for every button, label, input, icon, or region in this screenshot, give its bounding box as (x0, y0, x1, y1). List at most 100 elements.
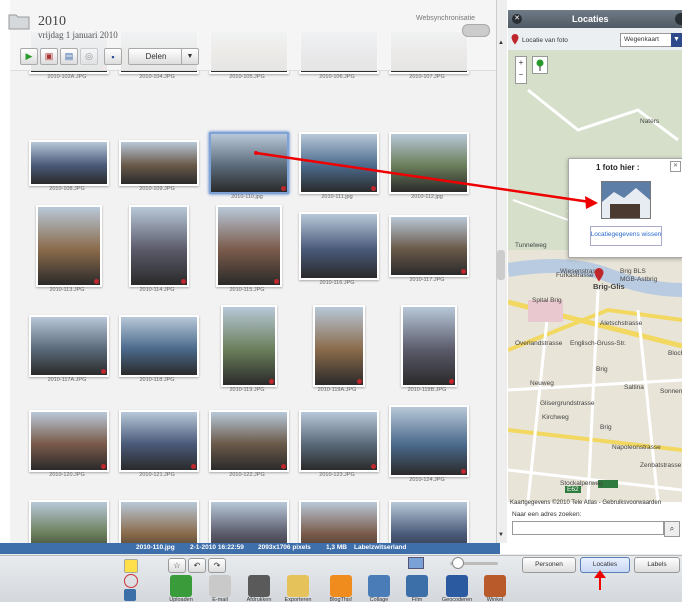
disc-button[interactable]: ◎ (80, 48, 98, 65)
photo-thumbnail[interactable] (209, 410, 289, 472)
geocoderen-button-label[interactable]: Geocoderen (439, 597, 475, 603)
photo-caption: 2010-113.JPG (49, 287, 85, 293)
exporteren-icon[interactable] (287, 575, 309, 597)
location-pin-icon[interactable] (594, 268, 604, 282)
afdrukken-icon[interactable] (248, 575, 270, 597)
map-label: Brig-Glis (593, 282, 625, 291)
e-mail-button-label[interactable]: E-mail (202, 597, 238, 603)
close-panel-icon[interactable]: ✕ (512, 14, 522, 24)
location-pin-icon (281, 464, 286, 469)
popup-photo-thumbnail[interactable] (601, 181, 651, 219)
photo-thumbnail[interactable] (389, 405, 469, 477)
zoom-control[interactable]: + − (515, 56, 527, 84)
map-label: Naters (640, 118, 660, 125)
thumbnail-size-icon (408, 557, 424, 569)
location-pin-icon (191, 464, 196, 469)
uploaden-button-label[interactable]: Uploaden (163, 597, 199, 603)
photo-thumbnail[interactable] (29, 315, 109, 377)
map-label: Saltina (624, 384, 644, 391)
rotate-left-button[interactable]: ↶ (188, 558, 206, 573)
winkel-button-label[interactable]: Winkel (477, 597, 513, 603)
timeline-button[interactable]: ▤ (60, 48, 78, 65)
map-label: Tunnelweg (515, 242, 547, 249)
star-button[interactable]: ☆ (168, 558, 186, 573)
tab-labels[interactable]: Labels (634, 557, 680, 573)
photo-grid: 2010-102A.JPG 2010-104.JPG 2010-105.JPG 201… (10, 0, 496, 543)
popup-close-icon[interactable]: ✕ (670, 161, 681, 172)
tab-people[interactable]: Personen (522, 557, 576, 573)
photo-thumbnail[interactable] (209, 500, 289, 543)
map-label: Brig (600, 424, 612, 431)
photo-thumbnail[interactable] (29, 410, 109, 472)
afdrukken-button-label[interactable]: Afdrukken (241, 597, 277, 603)
photo-thumbnail[interactable] (36, 205, 102, 287)
star-icon: ☆ (173, 561, 181, 570)
photo-thumbnail[interactable] (119, 140, 199, 186)
collage-button-label[interactable]: Collage (361, 597, 397, 603)
uploaden-icon[interactable] (170, 575, 192, 597)
geocoderen-icon[interactable] (446, 575, 468, 597)
winkel-icon[interactable] (484, 575, 506, 597)
film-button-label[interactable]: Film (399, 597, 435, 603)
scroll-up-icon[interactable]: ▲ (498, 40, 504, 46)
save-button[interactable]: ▪ (104, 48, 122, 65)
exporteren-button-label[interactable]: Exporteren (280, 597, 316, 603)
photo-thumbnail[interactable] (119, 315, 199, 377)
location-of-photo-label: Locatie van foto (522, 37, 568, 44)
photo-thumbnail[interactable] (119, 500, 199, 543)
photo-caption: 2010-121.JPG (139, 472, 175, 478)
album-title: 2010 (38, 14, 66, 29)
zoom-slider-knob[interactable] (452, 557, 464, 569)
map-label: Spital Brig (532, 297, 562, 304)
scrollbar-thumb[interactable] (497, 250, 505, 280)
panel-edge (675, 13, 682, 25)
photo-caption: 2010-119A.JPG (317, 387, 357, 393)
photo-thumbnail[interactable] (129, 205, 189, 287)
drop-pin-button[interactable] (532, 56, 548, 74)
blogthis--icon[interactable] (330, 575, 352, 597)
blogthis--button-label[interactable]: BlogThis! (323, 597, 359, 603)
photo-thumbnail[interactable] (299, 410, 379, 472)
e-mail-icon[interactable] (209, 575, 231, 597)
play-button[interactable]: ▶ (20, 48, 38, 65)
label-icon[interactable] (124, 589, 136, 601)
map-type-select[interactable]: Wegenkaart (620, 33, 673, 47)
reject-icon[interactable] (124, 574, 138, 588)
share-dropdown-button[interactable]: ▼ (181, 48, 199, 65)
photo-thumbnail[interactable] (119, 410, 199, 472)
map-label: Furkastrasse (556, 272, 594, 279)
location-pin-icon (281, 186, 286, 191)
status-size: 1,3 MB (326, 544, 347, 551)
photo-thumbnail[interactable] (299, 212, 379, 280)
photo-thumbnail[interactable] (389, 500, 469, 543)
websync-toggle[interactable] (462, 24, 490, 37)
collage-icon[interactable] (368, 575, 390, 597)
photo-thumbnail[interactable] (389, 215, 469, 277)
photo-caption: 2010-102A.JPG (47, 74, 87, 80)
photo-thumbnail[interactable] (299, 500, 379, 543)
address-search-input[interactable] (512, 521, 664, 535)
address-search-button[interactable]: ⌕ (664, 521, 680, 537)
photo-thumbnail[interactable] (29, 140, 109, 186)
photo-thumbnail[interactable] (313, 305, 365, 387)
map-type-dropdown-icon[interactable]: ▼ (671, 33, 682, 47)
clear-location-link[interactable]: Locatiegegevens wissen (582, 231, 670, 239)
photo-thumbnail[interactable] (209, 132, 289, 194)
rotate-right-button[interactable]: ↷ (208, 558, 226, 573)
photo-thumbnail[interactable] (389, 132, 469, 194)
slideshow-button[interactable]: ▣ (40, 48, 58, 65)
photo-caption: 2010-110.jpg (231, 194, 263, 200)
slideshow-icon: ▣ (44, 51, 54, 61)
photo-caption: 2010-115.JPG (229, 287, 265, 293)
photo-caption: 2010-114.JPG (139, 287, 175, 293)
share-button[interactable]: Delen (128, 48, 184, 65)
star-rating-icon[interactable] (124, 559, 138, 573)
photo-thumbnail[interactable] (29, 500, 109, 543)
photo-thumbnail[interactable] (221, 305, 277, 387)
film-icon[interactable] (406, 575, 428, 597)
scroll-down-icon[interactable]: ▼ (498, 532, 504, 538)
photo-thumbnail[interactable] (401, 305, 457, 387)
map-label: Napoleonstrasse (612, 444, 661, 451)
photo-thumbnail[interactable] (299, 132, 379, 194)
photo-thumbnail[interactable] (216, 205, 282, 287)
